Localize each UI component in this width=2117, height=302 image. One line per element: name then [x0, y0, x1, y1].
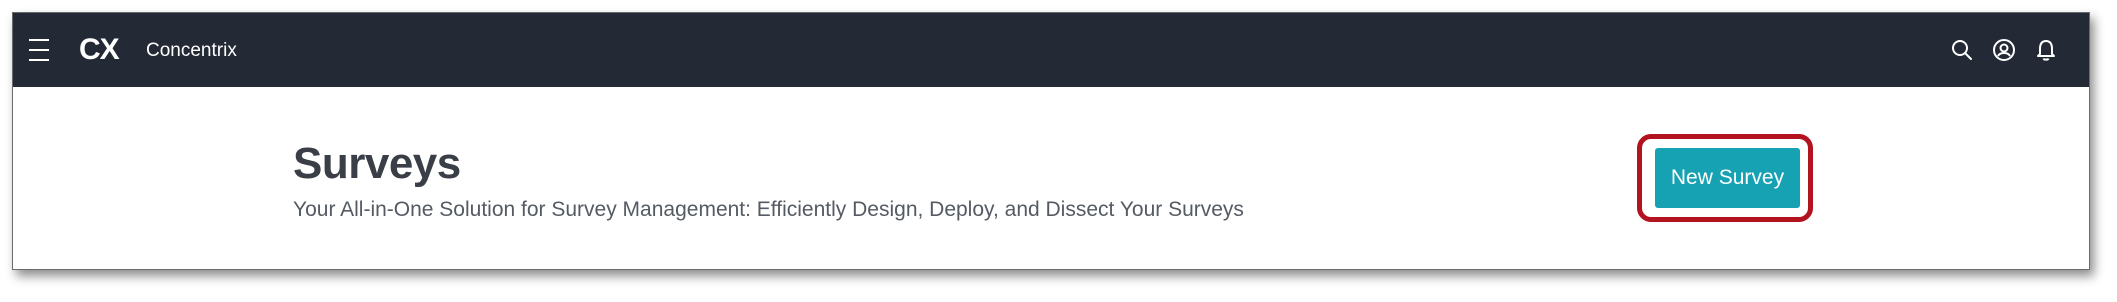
top-icons-group: [1949, 37, 2059, 63]
page-content: Surveys Your All-in-One Solution for Sur…: [13, 87, 2089, 269]
cx-logo[interactable]: CX: [79, 33, 120, 67]
new-survey-button[interactable]: New Survey: [1655, 148, 1800, 208]
top-navigation-bar: CX Concentrix: [13, 13, 2089, 87]
brand-name: Concentrix: [146, 40, 237, 61]
page-subtitle: Your All-in-One Solution for Survey Mana…: [293, 198, 1244, 221]
notification-icon[interactable]: [2033, 37, 2059, 63]
app-window: CX Concentrix Surveys Your All-in-One So…: [12, 12, 2090, 270]
page-title: Surveys: [293, 139, 461, 188]
menu-icon[interactable]: [29, 39, 49, 61]
search-icon[interactable]: [1949, 37, 1975, 63]
account-icon[interactable]: [1991, 37, 2017, 63]
